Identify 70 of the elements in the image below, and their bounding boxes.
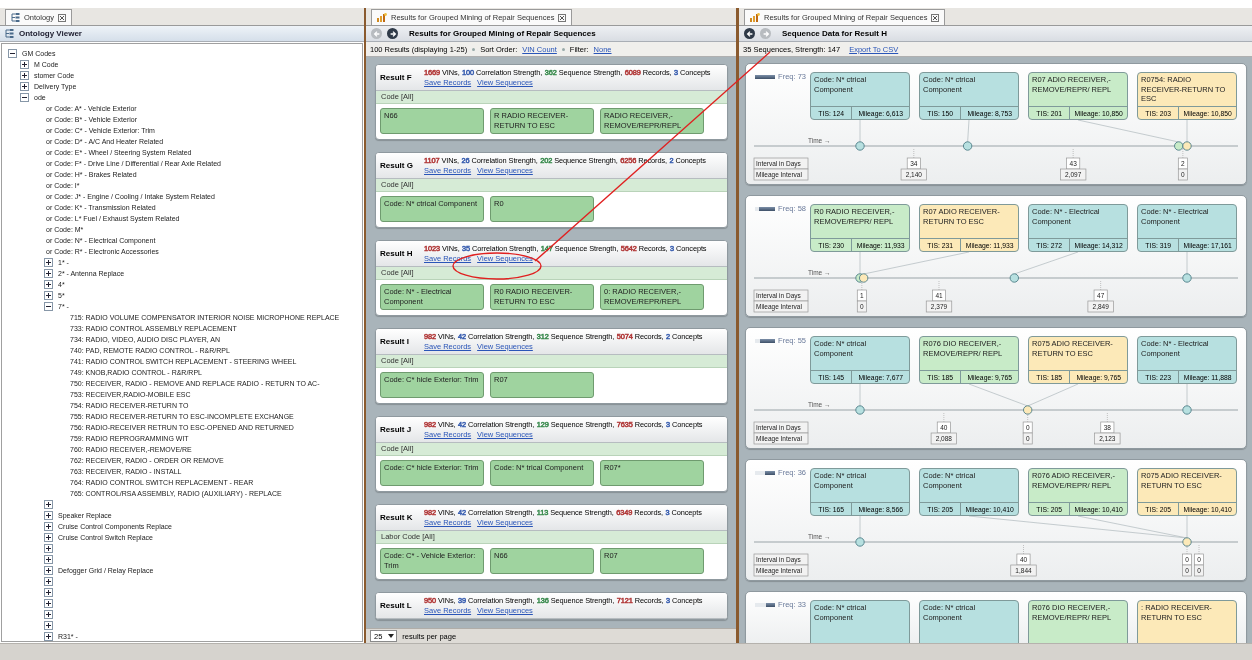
expand-toggle[interactable]	[44, 566, 53, 575]
tree-icon	[5, 29, 14, 38]
collapse-toggle[interactable]	[20, 93, 29, 102]
panel-title: Sequence Data for Result H	[782, 29, 887, 38]
leader-line	[1100, 280, 1101, 291]
result-title: Result F	[380, 73, 413, 82]
timeline-node	[1009, 273, 1019, 283]
expand-toggle[interactable]	[44, 522, 53, 531]
leader-line	[1072, 148, 1074, 159]
expand-toggle[interactable]	[44, 511, 53, 520]
timeline-node	[859, 273, 869, 283]
result-title: Result K	[380, 513, 414, 522]
tree-icon	[11, 13, 20, 22]
panel-title: Results for Grouped Mining of Repair Sequences	[409, 29, 596, 38]
expand-toggle[interactable]	[20, 60, 29, 69]
results-icon	[377, 13, 387, 22]
results-icon	[750, 13, 760, 22]
separator-dot	[561, 47, 565, 51]
caret-icon	[388, 634, 395, 638]
connector-line	[968, 384, 1029, 407]
expand-toggle[interactable]	[44, 500, 53, 509]
expand-toggle[interactable]	[44, 533, 53, 542]
timeline-node	[855, 537, 865, 547]
connector-line	[1027, 384, 1079, 407]
leader-line	[1023, 544, 1024, 555]
timeline-node	[1182, 537, 1192, 547]
leader-line	[1182, 148, 1184, 159]
expand-toggle[interactable]	[44, 544, 53, 553]
timeline-node	[855, 405, 865, 415]
result-title: Result H	[380, 249, 414, 258]
timeline-node	[1182, 273, 1192, 283]
result-title: Result J	[380, 425, 413, 434]
forward-button[interactable]	[387, 28, 398, 39]
expand-toggle[interactable]	[44, 258, 53, 267]
collapse-toggle[interactable]	[8, 49, 17, 58]
expand-toggle[interactable]	[44, 610, 53, 619]
leader-line	[861, 280, 863, 291]
leader-line	[1107, 412, 1108, 423]
close-icon[interactable]	[58, 13, 67, 22]
expand-toggle[interactable]	[44, 599, 53, 608]
timeline-node	[1182, 405, 1192, 415]
result-title: Result L	[380, 601, 413, 610]
expand-toggle[interactable]	[44, 291, 53, 300]
timeline-node	[1182, 141, 1192, 151]
leader-line	[1027, 412, 1029, 423]
expand-toggle[interactable]	[20, 82, 29, 91]
expand-toggle[interactable]	[44, 621, 53, 630]
close-icon[interactable]	[931, 13, 940, 22]
expand-toggle[interactable]	[44, 632, 53, 641]
connector-line	[967, 120, 970, 143]
expand-toggle[interactable]	[44, 577, 53, 586]
collapse-toggle[interactable]	[44, 302, 53, 311]
expand-toggle[interactable]	[20, 71, 29, 80]
expand-toggle[interactable]	[44, 588, 53, 597]
result-title: Result G	[380, 161, 414, 170]
timeline-node	[855, 141, 865, 151]
result-title: Result I	[380, 337, 410, 346]
expand-toggle[interactable]	[44, 280, 53, 289]
close-icon[interactable]	[558, 13, 567, 22]
timeline-node	[962, 141, 973, 151]
expand-toggle[interactable]	[44, 555, 53, 564]
timeline-node	[1174, 141, 1184, 151]
leader-line	[913, 148, 915, 159]
timeline-node	[1023, 405, 1033, 415]
leader-line	[943, 412, 945, 423]
back-button[interactable]	[744, 28, 755, 39]
separator-dot	[472, 47, 476, 51]
expand-toggle[interactable]	[44, 269, 53, 278]
connector-line	[1013, 252, 1079, 275]
panel-title: Ontology Viewer	[19, 29, 82, 38]
